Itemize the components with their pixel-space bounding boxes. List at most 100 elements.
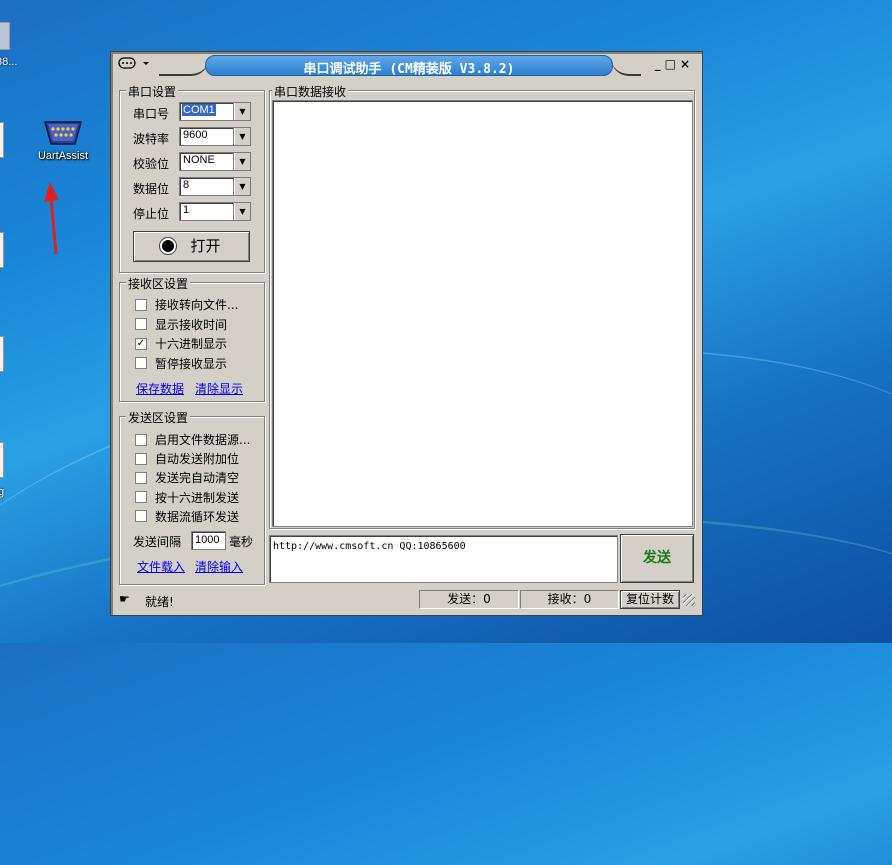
chevron-down-icon[interactable]: ▼ (234, 103, 250, 120)
option-label: 发送完自动清空 (155, 471, 240, 486)
checkmark-icon: ✓ (135, 337, 147, 350)
sent-count-text: 发送：0 (447, 592, 491, 606)
send-interval-label: 发送间隔 (133, 535, 182, 549)
chevron-down-icon[interactable]: ▼ (234, 128, 250, 145)
port-field-label: 串口号 (133, 107, 170, 121)
option-label: 十六进制显示 (155, 337, 228, 351)
send-interval-value: 1000 (195, 534, 220, 546)
send-interval-unit: 毫秒 (229, 535, 254, 549)
port-field-label: 校验位 (133, 157, 170, 171)
window-title: 串口调试助手 (CM精装版 V3.8.2) (303, 62, 515, 77)
reset-count-label: 复位计数 (625, 592, 674, 606)
option-label: 显示接收时间 (155, 317, 228, 332)
select-value: 8 (183, 179, 190, 191)
option-label: 接收转向文件... (155, 298, 239, 312)
port-field-label: 波特率 (133, 132, 170, 146)
status-bar: ☛ 就绪! 发送：0 接收：0 复位计数 (113, 588, 698, 610)
uartassist-window: 串口调试助手 (CM精装版 V3.8.2) _□× 串口设置 打开 接收区设置 … (110, 51, 703, 616)
window-controls: _□× (655, 57, 694, 71)
port-field-select[interactable]: 1 ▼ (179, 202, 251, 221)
option-checkbox[interactable]: ✓ 十六进制显示 (135, 335, 227, 352)
select-value: 9600 (183, 129, 208, 141)
desktop-icon-label: UartAssist (37, 150, 89, 162)
title-decoration (611, 58, 641, 76)
title-decoration (159, 58, 209, 76)
send-data-textarea[interactable]: http://www.cmsoft.cn QQ:10865600 (269, 535, 618, 583)
desktop-icon-partial[interactable] (0, 336, 4, 372)
option-checkbox[interactable]: 显示接收时间 (135, 316, 227, 333)
send-data-content: http://www.cmsoft.cn QQ:10865600 (273, 541, 466, 552)
checkbox-icon (135, 298, 147, 311)
desktop-icon-partial[interactable] (0, 22, 10, 50)
select-value: COM1 (182, 104, 216, 116)
port-field-select[interactable]: 9600 ▼ (179, 127, 251, 146)
group-title: 发送区设置 (126, 409, 191, 426)
record-dot-icon (162, 240, 175, 252)
option-label: 按十六进制发送 (155, 490, 240, 505)
maximize-button[interactable]: □ (665, 57, 680, 71)
option-checkbox[interactable]: 暂停接收显示 (135, 355, 227, 372)
hand-pointer-icon: ☛ (119, 592, 130, 606)
port-field-select[interactable]: COM1 ▼ (179, 102, 251, 121)
checkbox-icon (135, 318, 147, 330)
minimize-button[interactable]: _ (655, 57, 665, 71)
group-title: 串口设置 (126, 83, 179, 100)
system-menu-button[interactable] (117, 56, 157, 72)
desktop-icon-partial-label: g (0, 486, 5, 498)
clear-input-link[interactable]: 清除输入 (195, 558, 243, 575)
option-checkbox[interactable]: 按十六进制发送 (135, 489, 239, 506)
save-data-link[interactable]: 保存数据 (136, 380, 184, 397)
checkbox-icon (135, 452, 147, 465)
title-pill: 串口调试助手 (CM精装版 V3.8.2) (205, 55, 613, 77)
option-label: 启用文件数据源... (155, 433, 251, 447)
option-label: 暂停接收显示 (155, 356, 228, 371)
received-count: 接收：0 (520, 590, 619, 609)
option-checkbox[interactable]: 启用文件数据源... (135, 431, 250, 448)
chevron-down-icon[interactable]: ▼ (234, 178, 250, 195)
option-checkbox[interactable]: 接收转向文件... (135, 296, 238, 313)
option-checkbox[interactable]: 数据流循环发送 (135, 508, 239, 525)
port-field-select[interactable]: NONE ▼ (179, 152, 251, 171)
send-button[interactable]: 发送 (620, 534, 694, 583)
checkbox-icon (135, 471, 147, 484)
received-count-text: 接收：0 (547, 592, 592, 606)
checkbox-icon (135, 491, 147, 504)
checkbox-icon (135, 357, 147, 369)
desktop-icon-partial[interactable] (0, 232, 4, 268)
title-bar[interactable]: 串口调试助手 (CM精装版 V3.8.2) _□× (113, 54, 698, 77)
reset-count-button[interactable]: 复位计数 (620, 590, 680, 609)
chevron-down-icon[interactable]: ▼ (234, 203, 250, 220)
send-button-label: 发送 (643, 550, 671, 566)
desktop-icon-partial[interactable] (0, 122, 4, 158)
option-checkbox[interactable]: 发送完自动清空 (135, 469, 239, 486)
select-value: 1 (183, 204, 190, 216)
port-field-label: 停止位 (133, 207, 170, 221)
port-field-label: 数据位 (133, 182, 170, 196)
open-port-button[interactable]: 打开 (133, 231, 250, 262)
serial-port-icon (43, 118, 83, 148)
group-title: 串口数据接收 (272, 83, 349, 100)
red-arrow-annotation (44, 182, 59, 255)
checkbox-icon (135, 510, 147, 523)
option-checkbox[interactable]: 自动发送附加位 (135, 450, 239, 467)
send-interval-input[interactable]: 1000 (191, 531, 226, 550)
open-button-label: 打开 (190, 237, 221, 255)
option-label: 自动发送附加位 (155, 452, 240, 467)
desktop-icon-uartassist[interactable]: UartAssist (28, 118, 98, 162)
resize-grip-icon (683, 594, 695, 606)
clear-display-link[interactable]: 清除显示 (195, 380, 243, 397)
chevron-down-icon[interactable]: ▼ (234, 153, 250, 170)
file-load-link[interactable]: 文件载入 (137, 558, 185, 575)
receive-data-textarea[interactable] (272, 100, 693, 527)
port-field-select[interactable]: 8 ▼ (179, 177, 251, 196)
checkbox-icon (135, 433, 147, 446)
status-text: 就绪! (145, 595, 174, 609)
group-title: 接收区设置 (126, 275, 191, 292)
select-value: NONE (183, 154, 215, 166)
close-button[interactable]: × (680, 57, 694, 71)
menu-dropdown-icon (118, 57, 149, 69)
desktop-icon-partial-label: 38... (0, 56, 18, 68)
desktop-icon-partial[interactable] (0, 442, 4, 478)
sent-count: 发送：0 (419, 590, 519, 609)
option-label: 数据流循环发送 (155, 509, 240, 524)
